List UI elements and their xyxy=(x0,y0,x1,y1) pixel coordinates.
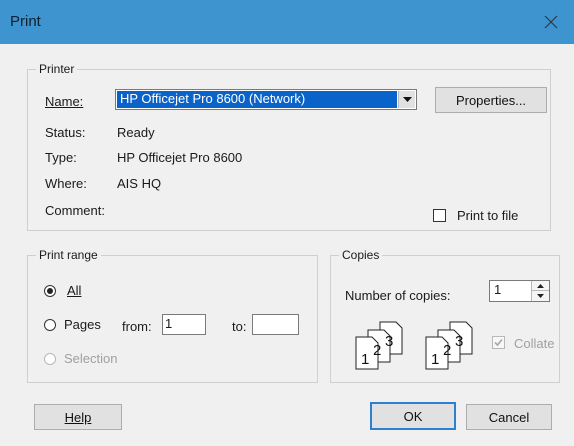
chevron-down-icon xyxy=(402,96,412,102)
collate-page-3: 3 xyxy=(385,333,393,350)
collate-page-3b: 3 xyxy=(455,333,463,350)
collate-label: Collate xyxy=(514,336,555,351)
copies-spinner[interactable]: 1 xyxy=(489,280,550,302)
to-input[interactable] xyxy=(252,314,299,335)
chevron-up-icon xyxy=(537,283,544,288)
all-label[interactable]: All xyxy=(67,283,81,298)
ok-button-label: OK xyxy=(403,408,423,424)
collate-page-2: 2 xyxy=(373,342,381,359)
type-label: Type: xyxy=(45,150,77,165)
printer-name-select[interactable]: HP Officejet Pro 8600 (Network) xyxy=(115,89,417,110)
spin-up-button[interactable] xyxy=(532,281,549,291)
number-of-copies-label: Number of copies: xyxy=(345,288,451,303)
close-icon xyxy=(544,15,558,29)
dropdown-arrow-button[interactable] xyxy=(398,91,415,108)
collate-page-1: 1 xyxy=(361,351,369,368)
chevron-down-icon xyxy=(537,294,544,298)
copies-value: 1 xyxy=(494,282,502,297)
cancel-button[interactable]: Cancel xyxy=(466,404,552,430)
collate-page-1b: 1 xyxy=(431,351,439,368)
printer-name-value: HP Officejet Pro 8600 (Network) xyxy=(117,91,397,108)
properties-button-label: Properties... xyxy=(455,92,527,108)
help-button[interactable]: Help xyxy=(34,404,122,430)
ok-button[interactable]: OK xyxy=(370,402,456,430)
close-button[interactable] xyxy=(528,0,574,44)
pages-radio[interactable] xyxy=(44,319,56,331)
printer-group-label: Printer xyxy=(36,62,78,76)
print-range-group-label: Print range xyxy=(36,248,101,262)
spin-down-button[interactable] xyxy=(532,291,549,301)
properties-button[interactable]: Properties... xyxy=(435,87,547,113)
where-label: Where: xyxy=(45,176,87,191)
from-input[interactable]: 1 xyxy=(162,314,206,335)
copies-group-label: Copies xyxy=(339,248,383,262)
collate-pages-icon: 1 2 3 1 2 3 xyxy=(355,321,473,370)
window-title: Print xyxy=(10,13,41,30)
to-label: to: xyxy=(232,319,247,334)
selection-radio xyxy=(44,353,56,365)
checkmark-icon xyxy=(494,338,503,347)
status-value: Ready xyxy=(117,125,155,140)
title-bar: Print xyxy=(0,0,574,44)
collate-checkbox xyxy=(492,336,505,349)
from-label: from: xyxy=(122,319,152,334)
pages-label[interactable]: Pages xyxy=(64,317,101,332)
print-to-file-label[interactable]: Print to file xyxy=(457,208,518,223)
help-button-label: Help xyxy=(64,409,92,425)
status-label: Status: xyxy=(45,125,86,140)
selection-label: Selection xyxy=(64,351,118,366)
cancel-button-label: Cancel xyxy=(488,409,530,425)
type-value: HP Officejet Pro 8600 xyxy=(117,150,243,165)
all-radio[interactable] xyxy=(44,285,56,297)
print-to-file-checkbox[interactable] xyxy=(433,209,446,222)
where-value: AIS HQ xyxy=(117,176,162,191)
comment-label: Comment: xyxy=(45,203,105,218)
name-label: Name: xyxy=(45,94,84,109)
collate-page-2b: 2 xyxy=(443,342,451,359)
